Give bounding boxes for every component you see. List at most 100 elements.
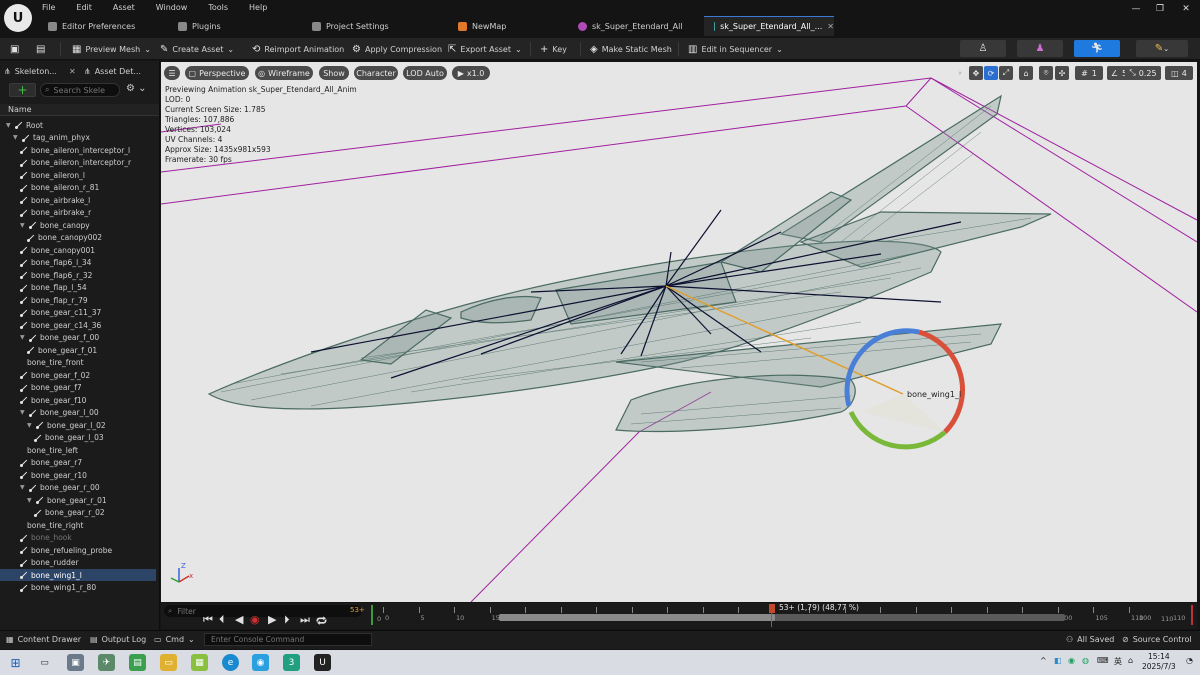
tray-app-icon[interactable]: ◉ — [1068, 656, 1075, 665]
bone-tree-row[interactable]: bone_gear_f10 — [0, 394, 156, 406]
console-input[interactable] — [211, 635, 371, 644]
skip-to-start-button[interactable]: ⏮ — [203, 613, 213, 627]
timeline-filter[interactable]: ⌕ Filter — [164, 605, 362, 617]
settings-gear-icon[interactable]: ⚙ ⌄ — [126, 83, 147, 94]
keyboard-icon[interactable]: ⌨ — [1097, 656, 1109, 665]
output-log-button[interactable]: ▤ Output Log — [90, 635, 146, 644]
expand-arrow-icon[interactable]: ▼ — [20, 334, 26, 341]
bone-tree-row[interactable]: bone_airbrake_l — [0, 194, 156, 206]
surface-snap-icon[interactable]: ⌾ — [1039, 66, 1053, 80]
bone-tree-row[interactable]: bone_wing1_l — [0, 569, 156, 581]
bone-tree-row[interactable]: bone_gear_c14_36 — [0, 319, 156, 331]
rotate-icon[interactable]: ⟳ — [984, 66, 998, 80]
bone-tree-row[interactable]: bone_canopy002 — [0, 232, 156, 244]
tray-chevron-icon[interactable]: ^ — [1040, 656, 1047, 665]
add-bone-button[interactable]: + — [9, 83, 36, 97]
bone-tree-row[interactable]: bone_aileron_r_81 — [0, 182, 156, 194]
close-tab-icon[interactable]: ✕ — [827, 22, 834, 31]
bone-tree-row[interactable]: bone_airbrake_r — [0, 207, 156, 219]
bone-search-field[interactable]: ⌕ — [40, 83, 120, 97]
character-button[interactable]: Character — [354, 66, 398, 80]
viewport-menu-button[interactable]: ☰ — [164, 66, 180, 80]
menu-asset[interactable]: Asset — [113, 3, 135, 12]
bone-tree-row[interactable]: bone_aileron_l — [0, 169, 156, 181]
expand-arrow-icon[interactable]: ▼ — [27, 497, 33, 504]
expand-arrow-icon[interactable]: ▼ — [13, 134, 19, 141]
close-window-button[interactable]: ✕ — [1176, 4, 1196, 14]
apply-compression-button[interactable]: ⚙ Apply Compression — [352, 41, 442, 57]
tab-project-settings[interactable]: Project Settings — [302, 16, 430, 36]
unreal-logo-icon[interactable]: U — [4, 4, 32, 32]
preview-mesh-button[interactable]: ▦ Preview Mesh ⌄ — [72, 41, 151, 57]
expand-arrow-icon[interactable]: ▼ — [20, 409, 26, 416]
network-icon[interactable]: ⌂ — [1128, 656, 1133, 665]
expand-arrow-icon[interactable]: ▼ — [20, 484, 26, 491]
save-button[interactable]: ▣ — [10, 41, 19, 57]
camera-speed-button[interactable]: ◫ 4 — [1165, 66, 1193, 80]
create-asset-button[interactable]: ✎ Create Asset ⌄ — [160, 41, 234, 57]
wechat-icon[interactable]: ◍ — [1082, 656, 1089, 665]
bone-tree-row[interactable]: bone_gear_f_02 — [0, 369, 156, 381]
bone-tree-row[interactable]: bone_gear_f_01 — [0, 344, 156, 356]
app-icon-2[interactable]: ✈ — [98, 654, 115, 671]
bone-tree-row[interactable]: bone_rudder — [0, 557, 156, 569]
lod-button[interactable]: LOD Auto — [403, 66, 447, 80]
app-icon-5[interactable]: ◉ — [252, 654, 269, 671]
bone-tree-row[interactable]: ▼ bone_gear_r_01 — [0, 494, 156, 506]
grid-snap-button[interactable]: #1 — [1075, 66, 1103, 80]
view-mode-button[interactable]: ◎ Wireframe — [255, 66, 313, 80]
select-icon[interactable]: ◦ — [953, 66, 967, 80]
step-back-button[interactable]: ⏴ — [219, 613, 225, 627]
minimize-button[interactable]: — — [1126, 4, 1146, 14]
app-icon-1[interactable]: ▣ — [67, 654, 84, 671]
all-saved-button[interactable]: ⚇ All Saved — [1066, 635, 1114, 644]
unreal-engine-taskbar-icon[interactable]: U — [314, 654, 331, 671]
bone-tree-row[interactable]: bone_flap6_l_34 — [0, 257, 156, 269]
restore-button[interactable]: ❐ — [1150, 4, 1170, 14]
system-clock[interactable]: 15:14 2025/7/3 — [1142, 652, 1176, 672]
export-asset-button[interactable]: ⇱ Export Asset ⌄ — [448, 41, 522, 57]
world-icon[interactable]: ✣ — [1055, 66, 1069, 80]
animation-viewport[interactable]: ☰ ▢ Perspective ◎ Wireframe Show Character… — [161, 62, 1197, 602]
translate-icon[interactable]: ✥ — [969, 66, 983, 80]
task-view-icon[interactable]: ▭ — [36, 654, 53, 671]
bone-tree-row[interactable]: bone_aileron_interceptor_l — [0, 144, 156, 156]
close-icon[interactable]: ✕ — [69, 67, 76, 76]
bone-tree-row[interactable]: ▼ bone_gear_f_00 — [0, 332, 156, 344]
menu-file[interactable]: File — [42, 3, 55, 12]
app-icon-3[interactable]: ▤ — [129, 654, 146, 671]
tab-animation-asset[interactable]: sk_Super_Etendard_All_... ✕ — [704, 16, 834, 36]
bone-tree-row[interactable]: ▼ bone_gear_l_02 — [0, 419, 156, 431]
expand-arrow-icon[interactable]: ▼ — [27, 422, 33, 429]
perspective-button[interactable]: ▢ Perspective — [185, 66, 249, 80]
menu-window[interactable]: Window — [156, 3, 188, 12]
bone-tree-row[interactable]: bone_wing1_r_80 — [0, 582, 156, 594]
bone-tree-row[interactable]: bone_aileron_interceptor_r — [0, 157, 156, 169]
console-command-field[interactable] — [204, 633, 372, 646]
edit-in-sequencer-button[interactable]: ▥ Edit in Sequencer ⌄ — [688, 41, 783, 57]
windows-start-icon[interactable]: ⊞ — [7, 654, 24, 671]
bone-tree-row[interactable]: ▼ tag_anim_phyx — [0, 132, 156, 144]
tab-skeleton-asset[interactable]: sk_Super_Etendard_All — [568, 16, 702, 36]
tab-plugins[interactable]: Plugins — [168, 16, 298, 36]
scale-icon[interactable]: ⤢ — [999, 66, 1013, 80]
source-control-button[interactable]: ⊘ Source Control — [1122, 635, 1192, 644]
menu-tools[interactable]: Tools — [208, 3, 228, 12]
tray-app-icon[interactable]: ◧ — [1054, 656, 1062, 665]
bone-tree-row[interactable]: bone_gear_f7 — [0, 382, 156, 394]
mesh-mode-button[interactable]: ♟ — [1017, 40, 1063, 57]
bone-tree-row[interactable]: bone_gear_r7 — [0, 457, 156, 469]
bone-tree-row[interactable]: bone_tire_right — [0, 519, 156, 531]
tab-asset-details[interactable]: ⋔ Asset Det... — [84, 64, 141, 78]
expand-arrow-icon[interactable]: ▼ — [20, 222, 26, 229]
expand-arrow-icon[interactable]: ▼ — [6, 122, 12, 129]
bone-tree-row[interactable]: bone_flap6_r_32 — [0, 269, 156, 281]
bone-tree-row[interactable]: bone_flap_l_54 — [0, 282, 156, 294]
file-explorer-icon[interactable]: ▭ — [160, 654, 177, 671]
bone-tree-row[interactable]: bone_gear_r_02 — [0, 507, 156, 519]
key-button[interactable]: + Key — [540, 41, 567, 57]
scale-snap-button[interactable]: ⤡ 0.25 — [1125, 66, 1161, 80]
edge-browser-icon[interactable]: e — [222, 654, 239, 671]
record-button[interactable]: ◉ — [250, 613, 260, 626]
menu-edit[interactable]: Edit — [76, 3, 92, 12]
